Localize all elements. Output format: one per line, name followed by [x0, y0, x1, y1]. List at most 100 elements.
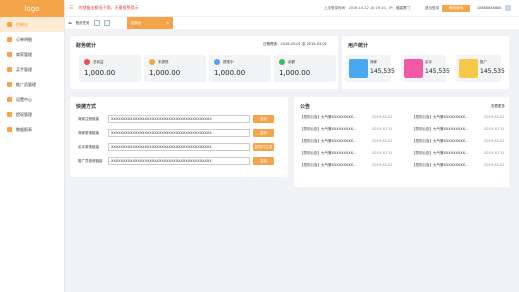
copy-button[interactable]: 复制	[253, 157, 274, 165]
sidebar-item-buyers[interactable]: 买手管理	[0, 62, 64, 77]
sidebar-item-label: 订单明细	[16, 36, 32, 42]
announcement-date: 2019-10-31	[372, 163, 393, 167]
sidebar-item-promoters[interactable]: 推广员管理	[0, 77, 64, 92]
sidebar-item-label: 商家管理	[16, 51, 32, 57]
topbar: ☰ 的储备金额低于哦，无需报警提示 上次登录时间：2019-10-12 10:1…	[65, 0, 519, 17]
withdraw-icon	[7, 112, 12, 117]
merchants-icon	[7, 52, 12, 57]
stat-merchants: 商家 145,535	[346, 55, 395, 82]
link-field[interactable]: XXXXXXXXXXXXXXXXXXXXXXXXXXXXXXXXXXXXXXXX…	[108, 115, 250, 123]
sidebar-item-label: 提现管理	[16, 111, 32, 117]
stat-value: 1,000.00	[84, 69, 116, 77]
sidebar-item-merchants[interactable]: 商家管理	[0, 47, 64, 62]
settings-icon	[7, 97, 12, 102]
stat-not-withdrawn: 未提现 1,000.00	[144, 55, 206, 82]
announcement-item[interactable]: 【您的公告】大气第XXXXXXXXX…	[300, 115, 357, 120]
view-more-link[interactable]: 查看更多	[491, 104, 505, 109]
last-login-text: 上次登录时间：2019-10-12 10:19:10，IP：福建厦门	[324, 6, 410, 10]
announcement-date: 2019-10-31	[372, 115, 393, 119]
announcement-item[interactable]: 【您的公告】大气第XXXXXXXXX…	[412, 127, 469, 132]
logout-link[interactable]: 退出登录	[425, 6, 439, 11]
sidebar-item-settings[interactable]: 设置中心	[0, 92, 64, 107]
quick-label: 商家注册链接	[78, 117, 99, 121]
stat-value: 145,535	[425, 68, 450, 75]
finance-panel: 财务统计 日期筛选：2019-03-01 至 2019-03-01 总收益 1,0…	[70, 36, 338, 89]
link-field[interactable]: XXXXXXXXXXXXXXXXXXXXXXXXXXXXXXXXXXXXXXXX…	[108, 143, 250, 151]
announcement-item[interactable]: 【您的公告】大气第XXXXXXXXX…	[412, 115, 469, 120]
stat-value: 145,535	[370, 68, 395, 75]
announcement-date: 2019-10-31	[372, 151, 393, 155]
copy-button[interactable]: 复制	[253, 129, 274, 137]
user-phone: 18888888888	[477, 6, 502, 10]
announcement-item[interactable]: 【您的公告】大气第XXXXXXXXX…	[300, 139, 357, 144]
stat-label: 推广	[480, 60, 487, 64]
change-password-button[interactable]: 修改密码	[442, 5, 470, 12]
quick-row: 推广员邀请链接 XXXXXXXXXXXXXXXXXXXXXXXXXXXXXXXXX…	[78, 157, 278, 165]
announcement-item[interactable]: 【您的公告】大气第XXXXXXXXX…	[300, 127, 357, 132]
sidebar-item-label: 设置中心	[16, 96, 32, 102]
quick-row: 商家注册链接 XXXXXXXXXXXXXXXXXXXXXXXXXXXXXXXXXX…	[78, 115, 278, 123]
quick-links-title: 快捷方式	[76, 104, 97, 110]
user-stats-panel: 用户统计 商家 145,535 买手 145,535 推广 145,535	[342, 36, 509, 89]
announcement-date: 2019-10-31	[484, 139, 505, 143]
alert-text: 的储备金额低于哦，无需报警提示	[78, 5, 139, 10]
stat-balance: 余额 1,000.00	[274, 55, 336, 82]
total-income-icon	[84, 59, 90, 65]
stat-withdrawing: 提现中 1,000.00	[209, 55, 271, 82]
link-field[interactable]: XXXXXXXXXXXXXXXXXXXXXXXXXXXXXXXXXXXXXXXX…	[108, 129, 250, 137]
not-withdrawn-icon	[149, 59, 155, 65]
close-icon[interactable]: ✕	[166, 21, 169, 25]
sidebar-item-withdraw[interactable]: 提现管理	[0, 107, 64, 122]
tab-label: 控制台	[131, 20, 142, 25]
quick-links-panel: 快捷方式	[70, 97, 288, 177]
announcement-date: 2019-10-31	[484, 163, 505, 167]
stat-label: 提现中	[223, 60, 234, 64]
chevrons-left-icon[interactable]: ◂◂	[68, 21, 72, 25]
avatar[interactable]	[505, 5, 511, 11]
announcement-item[interactable]: 【您的公告】大气第XXXXXXXXX…	[300, 163, 357, 168]
link-field[interactable]: XXXXXXXXXXXXXXXXXXXXXXXXXXXXXXXXXXXXXXXX…	[108, 157, 250, 165]
balance-icon	[279, 59, 285, 65]
user-stats-title: 用户统计	[348, 43, 369, 49]
sidebar-item-dashboard[interactable]: 控制台	[0, 17, 64, 32]
promoter-icon	[459, 59, 478, 78]
announcement-item[interactable]: 【您的公告】大气第XXXXXXXXX…	[412, 163, 469, 168]
orders-icon	[7, 37, 12, 42]
copy-generate-button[interactable]: 复制并生成	[253, 143, 274, 151]
sidebar-item-reports[interactable]: 数据报表	[0, 122, 64, 137]
announcement-date: 2019-10-31	[484, 151, 505, 155]
refresh-icon[interactable]	[93, 20, 100, 26]
announcement-title: 公告	[300, 104, 311, 110]
stat-value: 1,000.00	[149, 69, 181, 77]
sidebar-item-orders[interactable]: 订单明细	[0, 32, 64, 47]
stat-total-income: 总收益 1,000.00	[79, 55, 141, 82]
quick-label: 买手邀请链接	[78, 145, 99, 149]
announcement-item[interactable]: 【您的公告】大气第XXXXXXXXX…	[412, 139, 469, 144]
quick-row: 商家邀请链接 XXXXXXXXXXXXXXXXXXXXXXXXXXXXXXXXXX…	[78, 129, 278, 137]
sidebar: logo 控制台 订单明细 商家管理 买手管理 推广员管理 设置中心 提现管理 …	[0, 0, 65, 292]
promoters-icon	[7, 82, 12, 87]
announcement-date: 2019-10-31	[372, 139, 393, 143]
stat-label: 总收益	[93, 60, 104, 64]
announcement-item[interactable]: 【您的公告】大气第XXXXXXXXX…	[300, 151, 357, 156]
tab-home-tasks[interactable]: 首页任务	[76, 21, 90, 26]
copy-button[interactable]: 复制	[253, 115, 274, 123]
announcement-date: 2019-10-31	[484, 127, 505, 131]
date-filter[interactable]: 日期筛选：2019-03-01 至 2019-03-01	[263, 42, 327, 47]
tab-bar: ◂◂ 首页任务 控制台 ✕	[65, 17, 519, 29]
tab-dashboard[interactable]: 控制台 ✕	[127, 17, 173, 29]
sidebar-item-label: 推广员管理	[16, 81, 36, 87]
sidebar-item-label: 控制台	[16, 21, 28, 27]
merchant-icon	[349, 59, 368, 78]
menu-toggle-icon[interactable]: ☰	[69, 5, 73, 11]
sidebar-item-label: 数据报表	[16, 126, 32, 132]
fullscreen-icon[interactable]	[103, 20, 110, 26]
reports-icon	[7, 127, 12, 132]
logo: logo	[0, 0, 64, 17]
announcement-item[interactable]: 【您的公告】大气第XXXXXXXXX…	[412, 151, 469, 156]
sidebar-item-label: 买手管理	[16, 66, 32, 72]
stat-label: 买手	[425, 60, 432, 64]
dashboard-icon	[7, 22, 12, 27]
announcement-date: 2019-10-31	[372, 127, 393, 131]
stat-label: 余额	[288, 60, 295, 64]
